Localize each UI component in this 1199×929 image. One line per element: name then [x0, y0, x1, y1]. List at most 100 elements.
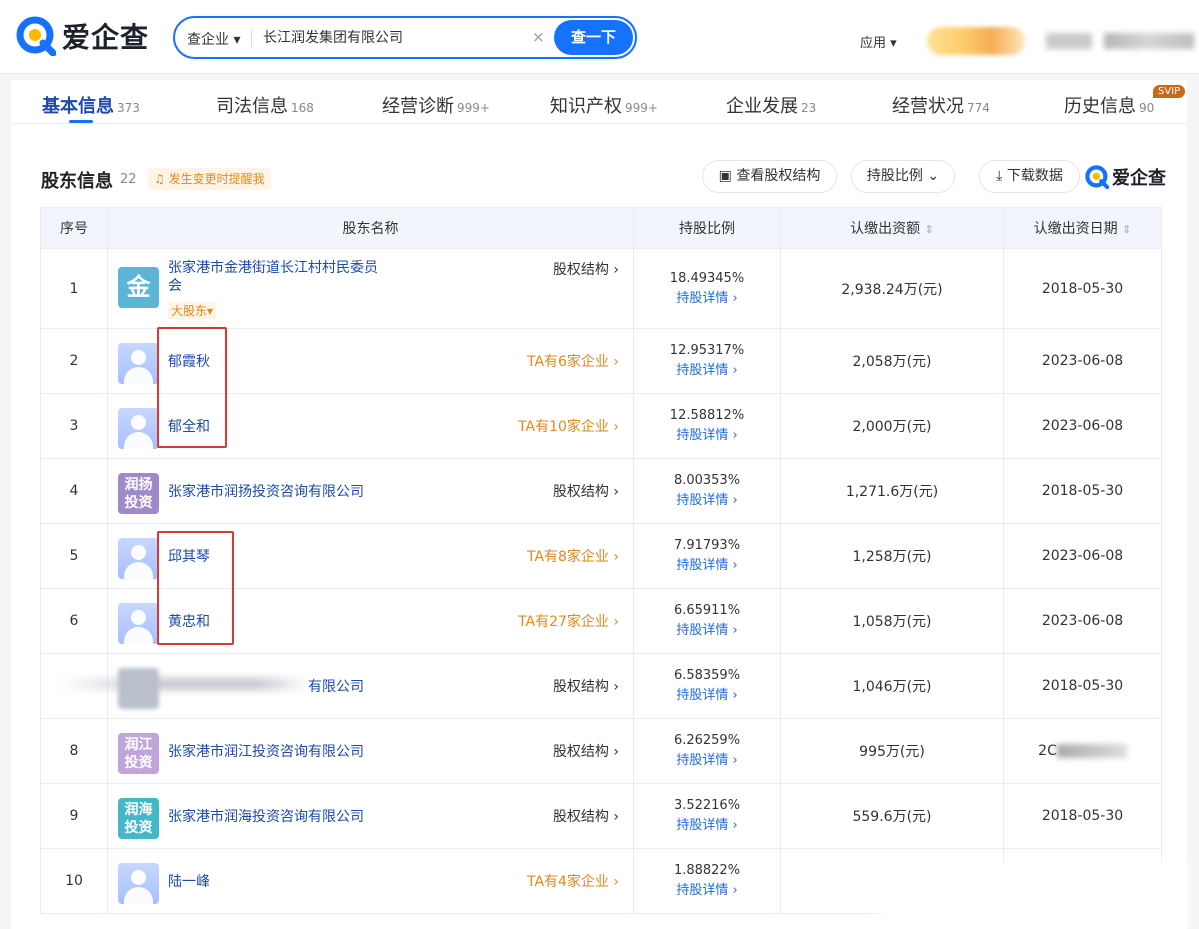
ratio-cell: 12.58812% 持股详情 › — [633, 393, 781, 459]
vip-badge-blurred[interactable] — [927, 27, 1025, 55]
row-no: 6 — [40, 588, 108, 654]
logo-text: 爱企查 — [62, 21, 150, 54]
view-equity-structure-button[interactable]: ▣ 查看股权结构 — [702, 160, 837, 193]
date-cell: 2018-05-30 — [1003, 653, 1162, 719]
col-header-date[interactable]: 认缴出资日期 ⇕ — [1003, 207, 1162, 249]
org-avatar: 金 — [118, 267, 159, 308]
row-no: 2 — [40, 328, 108, 394]
top-bar: 爱企查 查企业 ▾ × 查一下 应用 ▾ — [0, 0, 1199, 74]
logo-icon — [1085, 165, 1109, 189]
shareholder-name-link[interactable]: 陆一峰 — [168, 871, 210, 891]
capital-cell: 1,046万(元) — [780, 653, 1004, 719]
org-avatar: 润海投资 — [118, 798, 159, 839]
holding-detail-link[interactable]: 持股详情 › — [634, 361, 780, 381]
holding-detail-link[interactable]: 持股详情 › — [634, 289, 780, 309]
shareholder-name-link[interactable]: 张家港市润江投资咨询有限公司 — [168, 741, 364, 761]
person-avatar-icon — [118, 603, 159, 644]
section-count: 22 — [120, 172, 137, 187]
col-header-capital[interactable]: 认缴出资额 ⇕ — [780, 207, 1004, 249]
ratio-cell: 18.49345% 持股详情 › — [633, 248, 781, 329]
sort-icon: ⇕ — [924, 223, 934, 236]
related-companies-link[interactable]: TA有4家企业 › — [527, 871, 619, 891]
capital-cell: 2,938.24万(元) — [780, 248, 1004, 329]
date-cell: 2023-06-08 — [1003, 588, 1162, 654]
row-no: 3 — [40, 393, 108, 459]
highlight-box — [157, 327, 227, 448]
change-remind-button[interactable]: ♫ 发生变更时提醒我 — [148, 168, 271, 190]
col-header-name: 股东名称 — [107, 207, 634, 249]
person-avatar-icon — [118, 408, 159, 449]
tab-ip[interactable]: 知识产权 999+ — [550, 92, 658, 118]
row-no: 10 — [40, 848, 108, 914]
tab-business-diagnosis[interactable]: 经营诊断 999+ — [382, 92, 490, 118]
equity-structure-link[interactable]: 股权结构 › — [553, 259, 619, 279]
shareholder-name-link[interactable]: 张家港市金港街道长江村村民委员会 — [168, 259, 388, 295]
structure-icon: ▣ — [718, 168, 732, 184]
highlight-box — [157, 531, 234, 645]
date-cell: 2023-06-08 — [1003, 393, 1162, 459]
ratio-cell: 8.00353% 持股详情 › — [633, 458, 781, 524]
apps-menu[interactable]: 应用 ▾ — [860, 32, 897, 51]
date-cell: 2023-06-08 — [1003, 523, 1162, 589]
user-name-blurred[interactable] — [1104, 33, 1194, 49]
related-companies-link[interactable]: TA有27家企业 › — [518, 611, 619, 631]
tab-basic-info[interactable]: 基本信息 373 — [42, 92, 140, 118]
logo-icon — [16, 16, 56, 56]
person-avatar-icon — [118, 343, 159, 384]
related-companies-link[interactable]: TA有8家企业 › — [527, 546, 619, 566]
holding-detail-link[interactable]: 持股详情 › — [634, 816, 780, 836]
search-input[interactable] — [263, 29, 523, 45]
holding-detail-link[interactable]: 持股详情 › — [634, 751, 780, 771]
capital-cell: 1,258万(元) — [780, 523, 1004, 589]
download-data-button[interactable]: ⤓ 下载数据 — [979, 160, 1080, 193]
ratio-cell: 3.52216% 持股详情 › — [633, 783, 781, 849]
table-row: 有限公司 股权结构 › 6.58359% 持股详情 › 1,046万(元) 201… — [40, 653, 1162, 719]
shareholder-name-link[interactable]: 有限公司 — [308, 676, 364, 696]
user-info-blurred[interactable] — [1046, 33, 1092, 49]
sort-icon: ⇕ — [1122, 223, 1132, 236]
shareholder-cell: 金 张家港市金港街道长江村村民委员会 大股东▾ 股权结构 › — [107, 248, 634, 329]
equity-structure-link[interactable]: 股权结构 › — [553, 481, 619, 501]
capital-cell: 1,058万(元) — [780, 588, 1004, 654]
row-no: 9 — [40, 783, 108, 849]
ratio-cell: 12.95317% 持股详情 › — [633, 328, 781, 394]
equity-structure-link[interactable]: 股权结构 › — [553, 741, 619, 761]
holding-detail-link[interactable]: 持股详情 › — [634, 426, 780, 446]
capital-cell: 2,058万(元) — [780, 328, 1004, 394]
shareholder-cell: 有限公司 股权结构 › — [58, 653, 634, 719]
ratio-cell: 7.91793% 持股详情 › — [633, 523, 781, 589]
tab-development[interactable]: 企业发展 23 — [726, 92, 816, 118]
tab-history[interactable]: 历史信息 90 — [1064, 92, 1154, 118]
person-avatar-icon — [118, 863, 159, 904]
download-icon: ⤓ — [996, 168, 1003, 184]
equity-structure-link[interactable]: 股权结构 › — [553, 806, 619, 826]
holding-detail-link[interactable]: 持股详情 › — [634, 686, 780, 706]
capital-cell: 995万(元) — [780, 718, 1004, 784]
org-avatar-blurred — [118, 668, 159, 709]
holding-detail-link[interactable]: 持股详情 › — [634, 491, 780, 511]
holding-detail-link[interactable]: 持股详情 › — [634, 556, 780, 576]
equity-structure-link[interactable]: 股权结构 › — [553, 676, 619, 696]
site-logo[interactable]: 爱企查 — [16, 16, 149, 56]
tab-judicial-info[interactable]: 司法信息 168 — [216, 92, 314, 118]
table-row: 1 金 张家港市金港街道长江村村民委员会 大股东▾ 股权结构 › 18.4934… — [40, 248, 1162, 329]
date-cell: 2C — [1003, 718, 1162, 784]
shareholder-name-link[interactable]: 张家港市润海投资咨询有限公司 — [168, 806, 364, 826]
ratio-sort-button[interactable]: 持股比例 ⌄ — [851, 160, 955, 193]
svip-badge: SVIP — [1153, 85, 1186, 98]
related-companies-link[interactable]: TA有10家企业 › — [518, 416, 619, 436]
section-title: 股东信息 — [41, 171, 113, 192]
shareholder-name-link[interactable]: 张家港市润扬投资咨询有限公司 — [168, 481, 364, 501]
related-companies-link[interactable]: TA有6家企业 › — [527, 351, 619, 371]
shareholder-cell: 润海投资 张家港市润海投资咨询有限公司 股权结构 › — [107, 783, 634, 849]
divider — [251, 29, 252, 47]
holding-detail-link[interactable]: 持股详情 › — [634, 881, 780, 901]
tab-operation[interactable]: 经营状况 774 — [892, 92, 990, 118]
caret-down-icon: ▾ — [890, 36, 897, 51]
row-no: 4 — [40, 458, 108, 524]
clear-icon[interactable]: × — [532, 28, 545, 46]
search-type-select[interactable]: 查企业 ▾ — [187, 29, 240, 49]
search-button[interactable]: 查一下 — [554, 20, 633, 55]
date-cell: 2018-05-30 — [1003, 458, 1162, 524]
holding-detail-link[interactable]: 持股详情 › — [634, 621, 780, 641]
